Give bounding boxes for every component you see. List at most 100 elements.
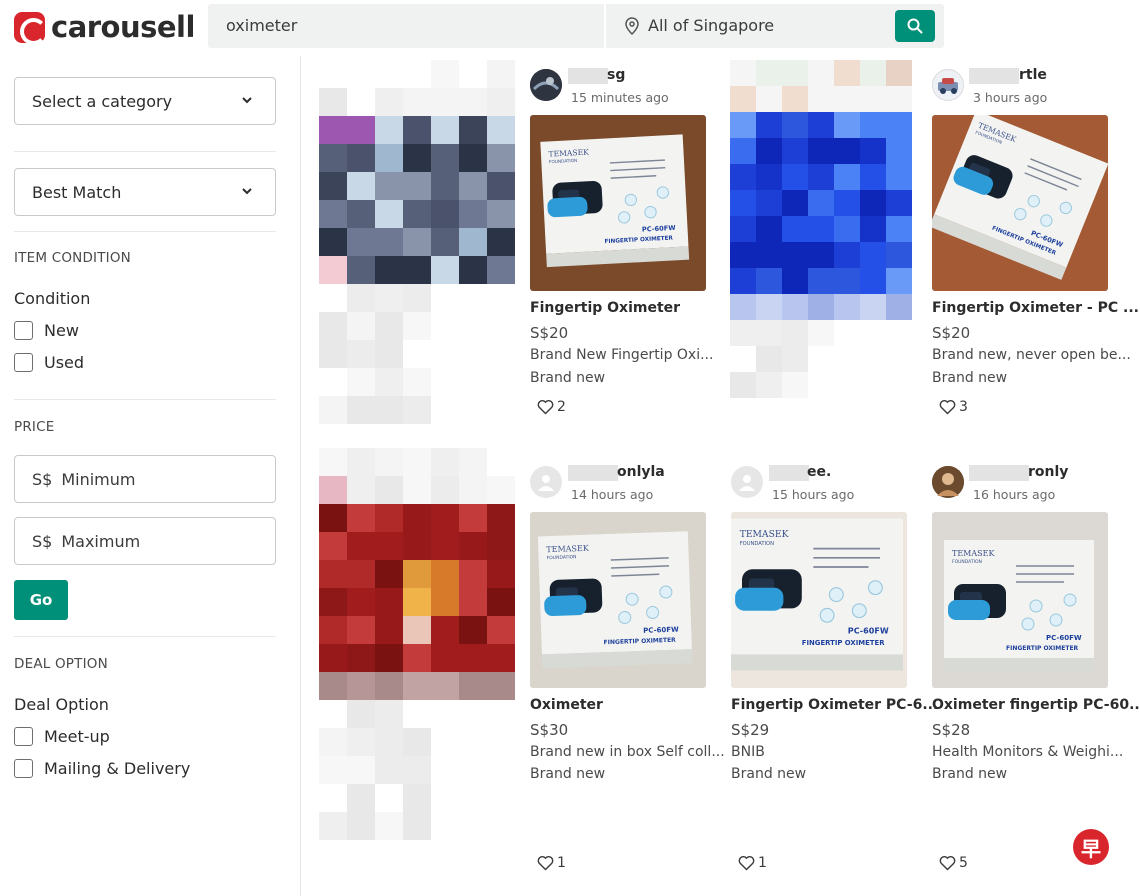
mosaic-tile xyxy=(319,60,347,88)
mosaic-tile xyxy=(808,268,834,294)
listing-title[interactable]: Fingertip Oximeter - PC ... xyxy=(932,300,1139,316)
listing-title[interactable]: Fingertip Oximeter xyxy=(530,300,680,316)
listing-photo[interactable]: TEMASEK FOUNDATION PC-60FW FINGERTIP OXIMET… xyxy=(932,115,1108,291)
mosaic-tile xyxy=(459,312,487,340)
mosaic-tile xyxy=(347,172,375,200)
pixelated-listing[interactable] xyxy=(730,60,912,398)
mosaic-tile xyxy=(782,242,808,268)
like-button[interactable]: 5 xyxy=(939,855,968,871)
mosaic-tile xyxy=(375,368,403,396)
listing-condition: Brand new xyxy=(932,370,1008,386)
seller-name[interactable]: sg xyxy=(607,67,625,83)
mosaic-tile xyxy=(375,88,403,116)
mosaic-tile xyxy=(375,256,403,284)
mosaic-tile xyxy=(860,60,886,86)
box-side xyxy=(731,654,903,671)
price-min-input[interactable]: S$ Minimum xyxy=(14,455,276,503)
seller-avatar[interactable] xyxy=(731,466,763,498)
mosaic-tile xyxy=(375,116,403,144)
sort-select[interactable]: Best Match xyxy=(14,168,276,216)
seller-avatar[interactable] xyxy=(932,69,964,101)
price-max-placeholder: Maximum xyxy=(61,531,141,551)
seller-avatar[interactable] xyxy=(530,466,562,498)
like-button[interactable]: 2 xyxy=(537,399,566,415)
mosaic-tile xyxy=(375,784,403,812)
mosaic-tile xyxy=(403,532,431,560)
carousell-logo[interactable]: carousell xyxy=(14,10,195,45)
mosaic-tile xyxy=(431,144,459,172)
box-model: PC-60FW xyxy=(1046,634,1082,642)
mosaic-tile xyxy=(431,88,459,116)
seller-avatar[interactable] xyxy=(932,466,964,498)
like-button[interactable]: 1 xyxy=(738,855,767,871)
price-max-input[interactable]: S$ Maximum xyxy=(14,517,276,565)
mosaic-tile xyxy=(431,448,459,476)
mosaic-tile xyxy=(487,448,515,476)
mosaic-tile xyxy=(834,320,860,346)
mosaic-tile xyxy=(347,448,375,476)
checkbox-box[interactable] xyxy=(14,321,33,340)
listing-title[interactable]: Oximeter fingertip PC-60... xyxy=(932,697,1140,713)
like-button[interactable]: 3 xyxy=(939,399,968,415)
mosaic-tile xyxy=(319,368,347,396)
pixelated-listing[interactable] xyxy=(319,60,515,424)
checkbox-box[interactable] xyxy=(14,759,33,778)
pixelated-listing[interactable] xyxy=(319,448,515,840)
mosaic-tile xyxy=(730,190,756,216)
mosaic-tile xyxy=(459,284,487,312)
seller-name[interactable]: ronly xyxy=(1028,464,1068,480)
condition-used-checkbox[interactable]: Used xyxy=(14,353,84,372)
seller-name[interactable]: onlyla xyxy=(617,464,665,480)
mosaic-tile xyxy=(431,284,459,312)
seller-avatar[interactable] xyxy=(530,69,562,101)
mosaic-tile xyxy=(347,504,375,532)
mosaic-tile xyxy=(319,644,347,672)
mosaic-tile xyxy=(403,368,431,396)
mosaic-tile xyxy=(319,672,347,700)
listing-photo[interactable]: TEMASEK FOUNDATION PC-60FW FINGERTIP OXIMET… xyxy=(530,115,706,291)
mosaic-tile xyxy=(403,144,431,172)
mosaic-tile xyxy=(487,172,515,200)
mosaic-tile xyxy=(730,216,756,242)
mosaic-tile xyxy=(782,268,808,294)
like-button[interactable]: 1 xyxy=(537,855,566,871)
deal-mailing-checkbox[interactable]: Mailing & Delivery xyxy=(14,759,190,778)
feature-icon xyxy=(851,603,867,619)
search-input[interactable]: oximeter xyxy=(226,16,297,35)
condition-new-checkbox[interactable]: New xyxy=(14,321,79,340)
category-select[interactable]: Select a category xyxy=(14,77,276,125)
listing-photo[interactable]: TEMASEK FOUNDATION PC-60FW FINGERTIP OXIMET… xyxy=(530,512,706,688)
mosaic-tile xyxy=(756,294,782,320)
category-select-value: Select a category xyxy=(32,91,173,111)
listing-title[interactable]: Oximeter xyxy=(530,697,603,713)
mosaic-tile xyxy=(319,172,347,200)
listing-photo[interactable]: TEMASEK FOUNDATION PC-60FW FINGERTIP OXIMET… xyxy=(932,512,1108,688)
box-model: PC-60FW xyxy=(643,626,679,635)
mosaic-tile xyxy=(319,116,347,144)
deal-meetup-checkbox[interactable]: Meet-up xyxy=(14,727,110,746)
mosaic-tile xyxy=(487,284,515,312)
mosaic-tile xyxy=(459,200,487,228)
seller-name[interactable]: ee. xyxy=(807,464,831,480)
search-button[interactable] xyxy=(895,10,935,42)
checkbox-box[interactable] xyxy=(14,353,33,372)
mosaic-tile xyxy=(431,476,459,504)
checkbox-box[interactable] xyxy=(14,727,33,746)
price-go-button[interactable]: Go xyxy=(14,580,68,620)
box-product-name: FINGERTIP OXIMETER xyxy=(802,639,885,647)
mosaic-tile xyxy=(756,268,782,294)
mosaic-tile xyxy=(730,86,756,112)
listing-description: Brand new in box Self coll... xyxy=(530,744,725,760)
seller-name[interactable]: rtle xyxy=(1019,67,1047,83)
mosaic-tile xyxy=(487,588,515,616)
mosaic-tile xyxy=(459,644,487,672)
location-selector[interactable]: All of Singapore xyxy=(624,16,774,35)
mosaic-tile xyxy=(487,476,515,504)
feature-icon xyxy=(656,186,669,199)
listing-photo[interactable]: TEMASEK FOUNDATION PC-60FW FINGERTIP OXIMET… xyxy=(731,512,907,688)
mosaic-tile xyxy=(347,812,375,840)
mosaic-tile xyxy=(808,190,834,216)
mosaic-tile xyxy=(808,372,834,398)
item-condition-heading: ITEM CONDITION xyxy=(14,250,131,266)
listing-title[interactable]: Fingertip Oximeter PC-6... xyxy=(731,697,938,713)
